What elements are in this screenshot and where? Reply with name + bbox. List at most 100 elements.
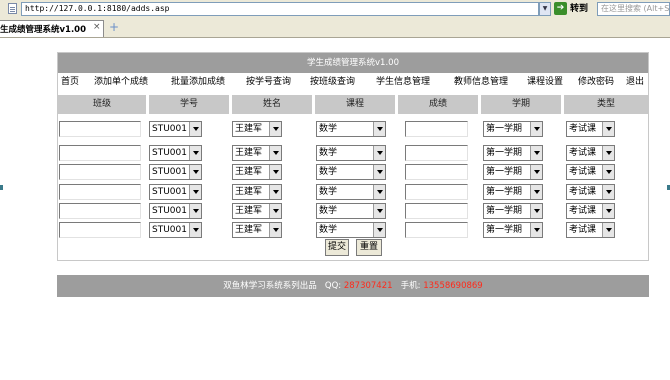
table-row: STU001 王建军 数学 第一学期 考试课 — [58, 203, 648, 222]
name-select[interactable]: 王建军 — [232, 184, 282, 200]
chevron-down-icon — [189, 223, 201, 237]
name-value: 王建军 — [235, 167, 263, 177]
term-select[interactable]: 第一学期 — [483, 121, 543, 137]
chevron-down-icon — [269, 146, 281, 160]
type-select[interactable]: 考试课 — [566, 203, 615, 219]
term-select[interactable]: 第一学期 — [483, 203, 543, 219]
reset-button[interactable]: 重置 — [356, 239, 382, 256]
student-id-select[interactable]: STU001 — [149, 121, 202, 137]
chevron-down-icon — [189, 165, 201, 179]
chevron-down-icon — [269, 165, 281, 179]
class-input[interactable] — [59, 164, 141, 180]
score-input[interactable] — [405, 184, 468, 200]
header-term: 学期 — [481, 95, 561, 114]
student-id-value: STU001 — [152, 124, 187, 134]
course-select[interactable]: 数学 — [316, 184, 386, 200]
search-input[interactable]: 在这里搜索 (Alt+S) — [597, 2, 670, 16]
nav-add-batch[interactable]: 批量添加成绩 — [171, 73, 225, 92]
class-input[interactable] — [59, 222, 141, 238]
term-value: 第一学期 — [486, 206, 523, 216]
course-select[interactable]: 数学 — [316, 203, 386, 219]
name-select[interactable]: 王建军 — [232, 164, 282, 180]
course-value: 数学 — [319, 187, 338, 197]
nav-students[interactable]: 学生信息管理 — [376, 73, 430, 92]
chevron-down-icon — [602, 223, 614, 237]
course-value: 数学 — [319, 225, 338, 235]
term-value: 第一学期 — [486, 167, 523, 177]
name-value: 王建军 — [235, 124, 263, 134]
go-button[interactable]: ➔ 转到 — [554, 2, 594, 16]
name-value: 王建军 — [235, 206, 263, 216]
nav-query-class[interactable]: 按班级查询 — [310, 73, 355, 92]
type-select[interactable]: 考试课 — [566, 222, 615, 238]
term-select[interactable]: 第一学期 — [483, 184, 543, 200]
chevron-down-icon — [373, 185, 385, 199]
student-id-select[interactable]: STU001 — [149, 145, 202, 161]
type-select[interactable]: 考试课 — [566, 184, 615, 200]
new-tab-icon[interactable]: + — [108, 21, 120, 34]
url-dropdown-button[interactable]: ▼ — [539, 2, 551, 16]
chevron-down-icon — [530, 223, 542, 237]
class-input[interactable] — [59, 203, 141, 219]
footer-qq-value: 287307421 — [343, 281, 393, 291]
close-tab-icon[interactable]: × — [93, 22, 101, 32]
score-input[interactable] — [405, 222, 468, 238]
chevron-down-icon — [189, 185, 201, 199]
table-row: STU001 王建军 数学 第一学期 考试课 — [58, 184, 648, 203]
course-value: 数学 — [319, 148, 338, 158]
student-id-select[interactable]: STU001 — [149, 184, 202, 200]
class-input[interactable] — [59, 121, 141, 137]
student-id-value: STU001 — [152, 225, 187, 235]
nav-home[interactable]: 首页 — [61, 73, 79, 92]
term-select[interactable]: 第一学期 — [483, 222, 543, 238]
course-select[interactable]: 数学 — [316, 222, 386, 238]
name-select[interactable]: 王建军 — [232, 222, 282, 238]
page-icon — [8, 3, 17, 14]
score-input[interactable] — [405, 121, 468, 137]
tab-bar: 生成绩管理系统v1.00 × + — [0, 19, 670, 38]
chevron-down-icon — [373, 146, 385, 160]
go-label: 转到 — [570, 4, 589, 14]
score-input[interactable] — [405, 203, 468, 219]
header-id: 学号 — [149, 95, 229, 114]
class-input[interactable] — [59, 145, 141, 161]
header-name: 姓名 — [232, 95, 312, 114]
nav-add-single[interactable]: 添加单个成绩 — [94, 73, 148, 92]
name-select[interactable]: 王建军 — [232, 145, 282, 161]
type-select[interactable]: 考试课 — [566, 145, 615, 161]
name-select[interactable]: 王建军 — [232, 121, 282, 137]
footer-phone-value: 13558690869 — [423, 281, 483, 291]
app-title: 学生成绩管理系统v1.00 — [58, 53, 648, 73]
course-select[interactable]: 数学 — [316, 145, 386, 161]
url-input[interactable]: http://127.0.0.1:8180/adds.asp — [21, 2, 539, 16]
course-select[interactable]: 数学 — [316, 121, 386, 137]
course-value: 数学 — [319, 167, 338, 177]
submit-button[interactable]: 提交 — [325, 239, 349, 256]
score-input[interactable] — [405, 164, 468, 180]
nav-courses[interactable]: 课程设置 — [527, 73, 563, 92]
term-value: 第一学期 — [486, 225, 523, 235]
term-select[interactable]: 第一学期 — [483, 145, 543, 161]
nav-query-id[interactable]: 按学号查询 — [246, 73, 291, 92]
nav-logout[interactable]: 退出 — [626, 73, 644, 92]
name-select[interactable]: 王建军 — [232, 203, 282, 219]
student-id-select[interactable]: STU001 — [149, 164, 202, 180]
course-select[interactable]: 数学 — [316, 164, 386, 180]
nav-teachers[interactable]: 教师信息管理 — [454, 73, 508, 92]
score-input[interactable] — [405, 145, 468, 161]
term-select[interactable]: 第一学期 — [483, 164, 543, 180]
type-select[interactable]: 考试课 — [566, 164, 615, 180]
student-id-select[interactable]: STU001 — [149, 222, 202, 238]
student-id-value: STU001 — [152, 206, 187, 216]
term-value: 第一学期 — [486, 187, 523, 197]
student-id-value: STU001 — [152, 167, 187, 177]
browser-tab[interactable]: 生成绩管理系统v1.00 × — [0, 20, 104, 37]
table-row: STU001 王建军 数学 第一学期 考试课 — [58, 164, 648, 183]
student-id-select[interactable]: STU001 — [149, 203, 202, 219]
type-select[interactable]: 考试课 — [566, 121, 615, 137]
chevron-down-icon — [602, 204, 614, 218]
app-panel: 学生成绩管理系统v1.00 首页 添加单个成绩 批量添加成绩 按学号查询 按班级… — [57, 52, 649, 261]
student-id-value: STU001 — [152, 187, 187, 197]
nav-password[interactable]: 修改密码 — [578, 73, 614, 92]
class-input[interactable] — [59, 184, 141, 200]
